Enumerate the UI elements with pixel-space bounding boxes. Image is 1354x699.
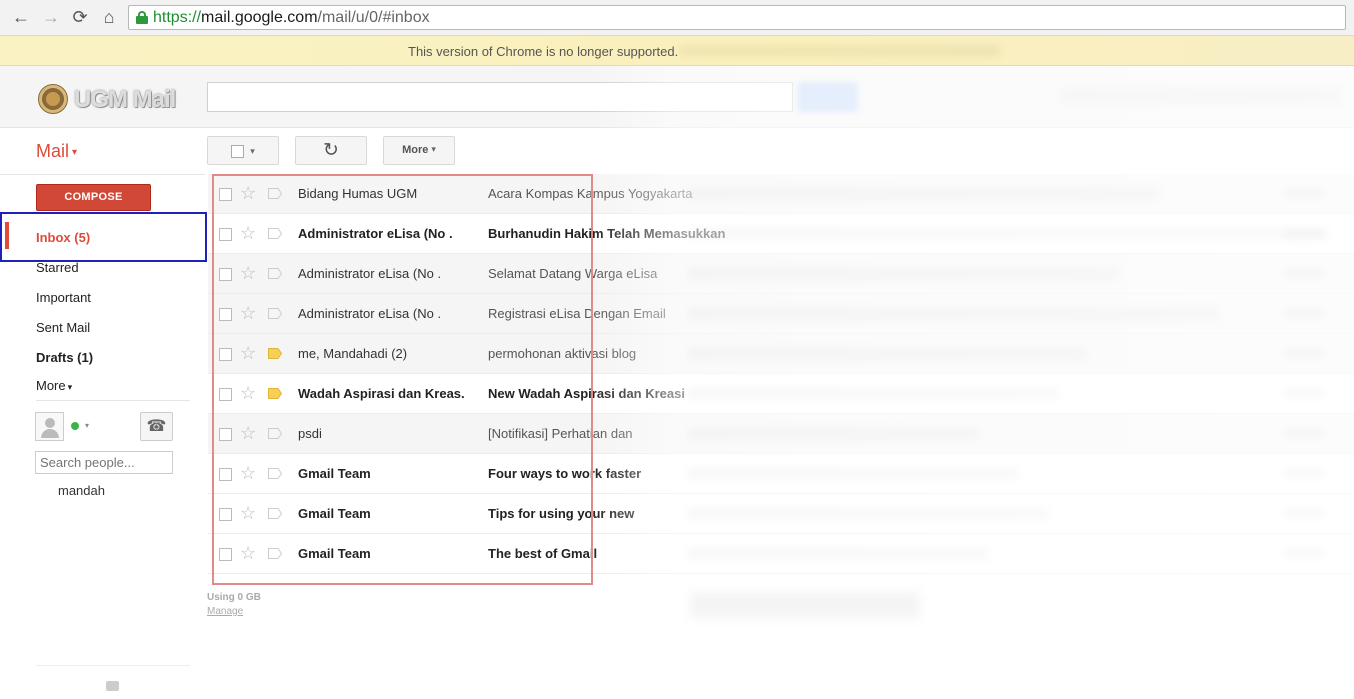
selected-indicator <box>5 222 9 249</box>
chevron-down-icon: ▾ <box>431 144 436 155</box>
sidebar-item-inbox[interactable]: Inbox (5) <box>36 230 90 245</box>
online-status-icon[interactable] <box>71 422 79 430</box>
app-header: UGM Mail <box>0 66 1354 128</box>
compose-button[interactable]: COMPOSE <box>36 184 151 211</box>
message-list-highlight-box <box>212 174 593 585</box>
url-field[interactable]: https://mail.google.com/mail/u/0/#inbox <box>128 5 1346 30</box>
storage-usage: Using 0 GB <box>207 592 261 603</box>
mail-search-input[interactable] <box>207 82 793 112</box>
reload-icon[interactable]: ⟳ <box>69 6 91 28</box>
message-date-blurred <box>1284 188 1324 199</box>
search-people-input[interactable] <box>35 451 173 474</box>
browser-address-bar: ← → ⟳ ⌂ https://mail.google.com/mail/u/0… <box>0 0 1354 36</box>
sidebar-item-sent-mail[interactable]: Sent Mail <box>36 320 90 335</box>
search-button[interactable] <box>798 82 858 112</box>
chat-contact[interactable]: mandah <box>58 483 105 498</box>
select-checkbox-button[interactable]: ▾ <box>207 136 279 165</box>
message-date-blurred <box>1284 308 1324 319</box>
chat-bubble-icon[interactable] <box>106 681 119 691</box>
chevron-down-icon: ▾ <box>250 146 255 157</box>
message-snippet-blurred <box>688 508 1048 520</box>
url-text: https://mail.google.com/mail/u/0/#inbox <box>153 9 430 26</box>
refresh-icon: ↻ <box>323 140 339 161</box>
message-date-blurred <box>1284 388 1324 399</box>
message-date-blurred <box>1284 468 1324 479</box>
unsupported-browser-infobar: This version of Chrome is no longer supp… <box>0 36 1354 66</box>
forward-icon[interactable]: → <box>40 6 62 28</box>
mail-menu[interactable]: Mail ▾ <box>36 141 77 162</box>
chat-divider <box>36 400 190 401</box>
back-icon[interactable]: ← <box>10 6 32 28</box>
message-date-blurred <box>1284 348 1324 359</box>
infobar-blurred-text <box>680 46 1000 56</box>
message-snippet-blurred <box>688 468 1018 480</box>
ugm-seal-icon <box>38 84 68 114</box>
sidebar-item-starred[interactable]: Starred <box>36 260 79 275</box>
message-snippet-blurred <box>688 268 1118 280</box>
sidebar-item-drafts[interactable]: Drafts (1) <box>36 350 93 365</box>
message-snippet-blurred <box>688 548 988 560</box>
sidebar-divider <box>0 174 205 175</box>
refresh-button[interactable]: ↻ <box>295 136 367 165</box>
phone-icon: ☎ <box>146 418 167 435</box>
phone-call-button[interactable]: ☎ <box>140 412 173 441</box>
sidebar-item-important[interactable]: Important <box>36 290 91 305</box>
message-snippet-blurred <box>688 188 1158 200</box>
manage-storage-link[interactable]: Manage <box>207 606 243 617</box>
checkbox-icon <box>231 145 245 159</box>
message-date-blurred <box>1284 428 1324 439</box>
message-date-blurred <box>1284 508 1324 519</box>
message-snippet-blurred <box>688 308 1218 320</box>
message-snippet-blurred <box>688 388 1058 400</box>
message-snippet-blurred <box>688 348 1088 360</box>
message-date-blurred <box>1284 548 1324 559</box>
sidebar-bottom-divider <box>36 665 190 666</box>
chevron-down-icon: ▾ <box>67 382 73 392</box>
more-actions-button[interactable]: More ▾ <box>383 136 455 165</box>
account-area-blurred <box>1060 88 1340 104</box>
message-date-blurred <box>1284 268 1324 279</box>
chevron-down-icon: ▾ <box>72 146 78 158</box>
lock-icon <box>136 11 148 24</box>
message-snippet-blurred <box>688 228 1328 240</box>
message-snippet-blurred <box>688 428 978 440</box>
message-date-blurred <box>1284 228 1324 239</box>
chevron-down-icon[interactable]: ▾ <box>85 421 89 430</box>
infobar-text: This version of Chrome is no longer supp… <box>408 44 679 59</box>
footer-blurred-text <box>690 592 920 618</box>
ugm-mail-logo[interactable]: UGM Mail <box>38 82 178 118</box>
inbox-highlight-box <box>0 212 207 262</box>
logo-text: UGM Mail <box>74 86 176 113</box>
avatar[interactable] <box>35 412 64 441</box>
sidebar-item-more[interactable]: More ▾ <box>36 378 72 393</box>
home-icon[interactable]: ⌂ <box>98 6 120 28</box>
